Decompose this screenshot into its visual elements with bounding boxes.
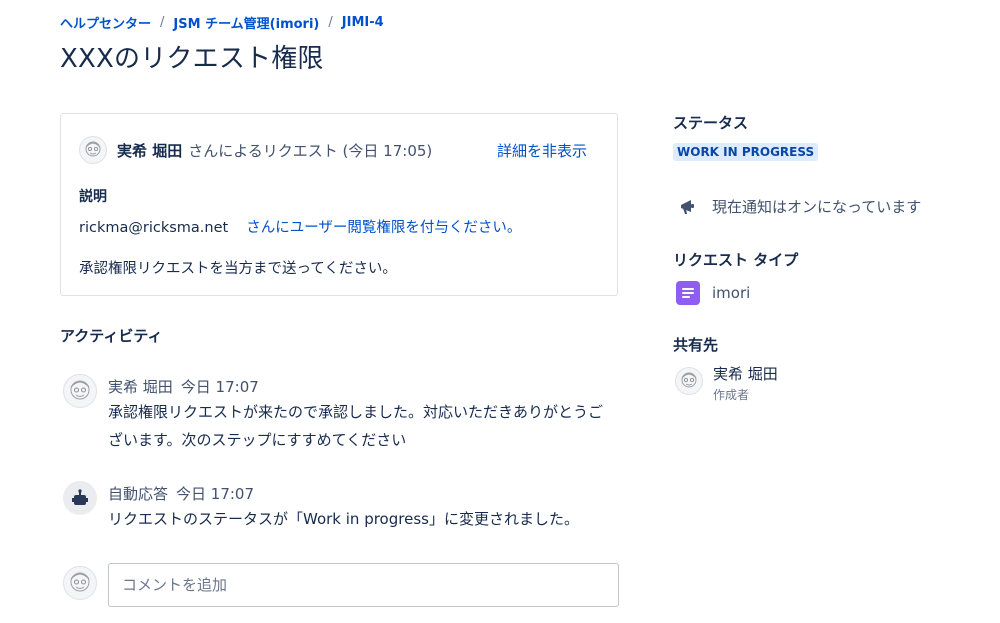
requester-avatar[interactable] xyxy=(79,136,107,164)
description-label: 説明 xyxy=(79,189,107,205)
auto-response-time: 今日 17:07 xyxy=(176,485,255,503)
activity-title: アクティビティ xyxy=(60,327,163,345)
breadcrumb-help-center[interactable]: ヘルプセンター xyxy=(60,13,151,32)
notification-text: 現在通知はオンになっています xyxy=(712,198,922,216)
hide-details-link[interactable]: 詳細を非表示 xyxy=(497,140,587,161)
megaphone-icon xyxy=(681,199,694,214)
shared-with-user: 実希 堀田 作成者 xyxy=(675,363,778,403)
bot-avatar xyxy=(63,481,97,515)
request-header: 実希 堀田 さんによるリクエスト (今日 17:05) xyxy=(79,136,432,164)
page-title: XXXのリクエスト権限 xyxy=(60,44,324,74)
auto-response-body: リクエストのステータスが「Work in progress」に変更されました。 xyxy=(108,510,579,528)
description-link[interactable]: さんにユーザー閲覧権限を付与ください。 xyxy=(246,220,521,236)
auto-response-author: 自動応答 xyxy=(108,485,169,503)
robot-icon xyxy=(72,489,88,505)
requester-name: 実希 堀田 xyxy=(117,141,183,160)
breadcrumb-project[interactable]: JSM チーム管理(imori) xyxy=(173,13,319,32)
comment-author: 実希 堀田 xyxy=(108,378,173,396)
shared-user-avatar[interactable] xyxy=(675,367,703,395)
request-meta: さんによるリクエスト (今日 17:05) xyxy=(188,141,433,160)
request-type-value: imori xyxy=(712,284,751,302)
description-email: rickma@ricksma.net xyxy=(79,220,229,236)
comment-body: 承認権限リクエストが来たので承認しました。対応いただきありがとうご ざいます。次… xyxy=(108,398,603,454)
comment-time: 今日 17:07 xyxy=(180,378,259,396)
breadcrumb-separator: / xyxy=(160,15,165,30)
comment-author-avatar[interactable] xyxy=(63,374,97,408)
description-line-2: 承認権限リクエストを当方まで送ってください。 xyxy=(79,261,397,277)
shared-with-heading: 共有先 xyxy=(673,336,719,354)
notification-toggle[interactable]: 現在通知はオンになっています xyxy=(678,196,921,217)
description-line-1: rickma@ricksma.net さんにユーザー閲覧権限を付与ください。 xyxy=(79,216,521,237)
comment-meta: 実希 堀田 今日 17:07 xyxy=(108,376,259,397)
document-lines-icon xyxy=(676,281,700,305)
current-user-avatar xyxy=(63,566,97,600)
breadcrumb-issue-key[interactable]: JIMI-4 xyxy=(342,15,384,30)
shared-user-name: 実希 堀田 xyxy=(713,365,778,383)
comment-text-line: 承認権限リクエストが来たので承認しました。対応いただきありがとうご xyxy=(108,403,604,421)
breadcrumb-separator: / xyxy=(328,15,333,30)
shared-user-role: 作成者 xyxy=(713,388,750,402)
status-heading: ステータス xyxy=(673,114,749,132)
request-type-heading: リクエスト タイプ xyxy=(673,251,799,269)
breadcrumb: ヘルプセンター / JSM チーム管理(imori) / JIMI-4 xyxy=(60,13,384,32)
request-type: imori xyxy=(676,281,750,305)
auto-response-meta: 自動応答 今日 17:07 xyxy=(108,483,254,504)
status-badge[interactable]: WORK IN PROGRESS xyxy=(673,143,819,161)
comment-text-line: ざいます。次のステップにすすめてください xyxy=(108,431,407,449)
add-comment-input[interactable]: コメントを追加 xyxy=(108,563,619,607)
request-details-card: 実希 堀田 さんによるリクエスト (今日 17:05) 詳細を非表示 説明 ri… xyxy=(60,113,618,296)
